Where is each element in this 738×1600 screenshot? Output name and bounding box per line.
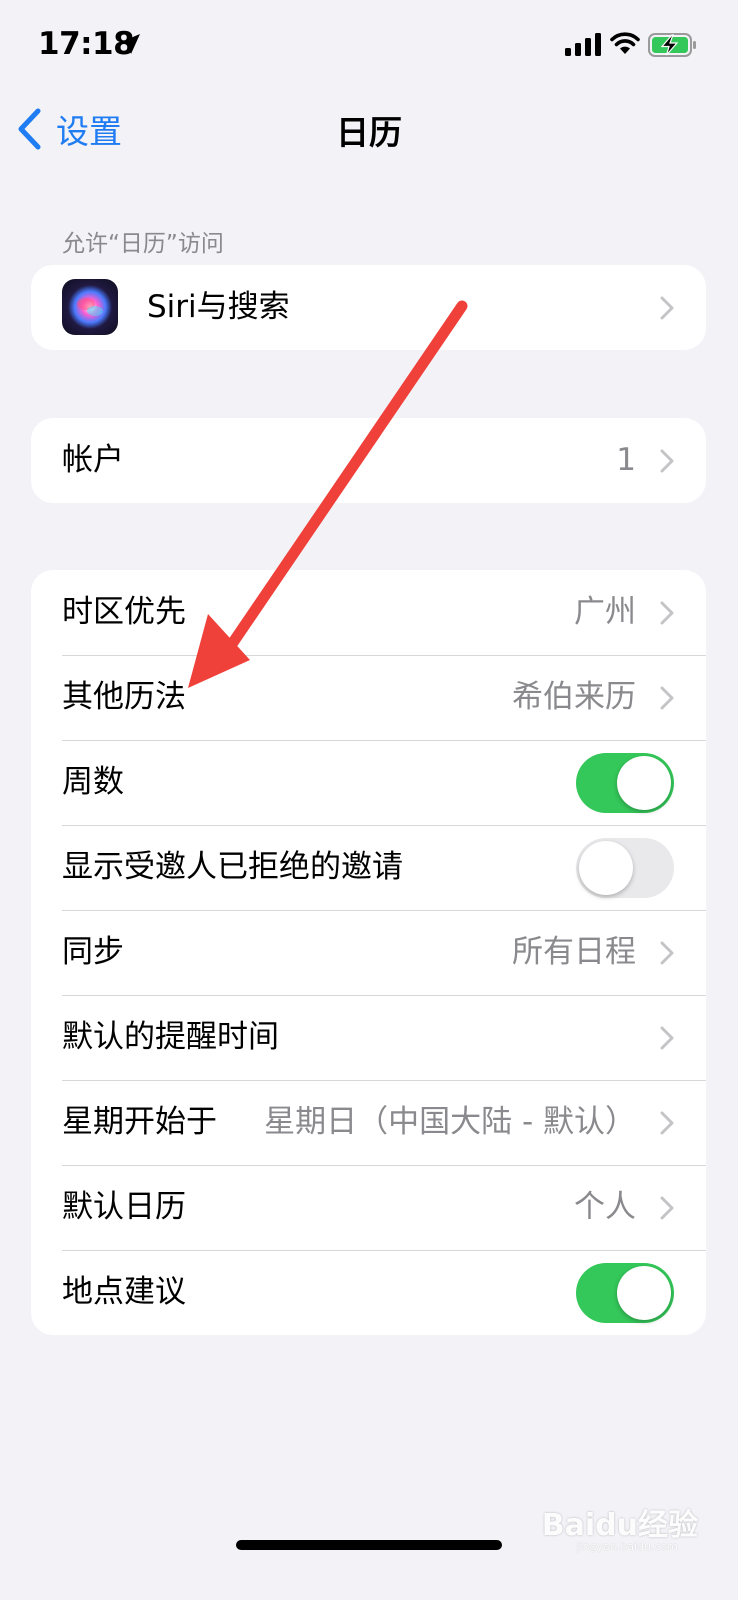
toggle-knob <box>617 756 671 810</box>
row-label: 其他历法 <box>62 679 186 715</box>
row-label: 周数 <box>62 764 124 800</box>
row-value: 个人 <box>574 1189 636 1225</box>
accounts-label: 帐户 <box>62 442 124 478</box>
toggle-knob <box>617 1266 671 1320</box>
time-zone-override-row[interactable]: 时区优先 广州 <box>31 570 706 655</box>
section-header-access: 允许“日历”访问 <box>62 231 224 257</box>
alternate-calendars-row[interactable]: 其他历法 希伯来历 <box>31 655 706 740</box>
chevron-right-icon <box>660 601 674 625</box>
show-declined-toggle[interactable] <box>576 838 674 898</box>
row-label: 默认的提醒时间 <box>62 1019 279 1055</box>
siri-group: Siri与搜索 <box>31 265 706 350</box>
baidu-watermark-url: jingyan.baidu.com <box>576 1540 678 1553</box>
row-label: 显示受邀人已拒绝的邀请 <box>62 849 403 885</box>
start-week-on-row[interactable]: 星期开始于 星期日（中国大陆 - 默认） <box>31 1080 706 1165</box>
chevron-right-icon <box>660 686 674 710</box>
location-arrow-icon <box>120 34 140 54</box>
chevron-right-icon <box>660 296 674 320</box>
chevron-right-icon <box>660 1026 674 1050</box>
chevron-right-icon <box>660 449 674 473</box>
toggle-knob <box>579 841 633 895</box>
baidu-watermark: Baidu经验 <box>541 1508 698 1543</box>
siri-search-label: Siri与搜索 <box>147 289 290 325</box>
row-value: 星期日（中国大陆 - 默认） <box>264 1104 636 1140</box>
siri-search-row[interactable]: Siri与搜索 <box>31 265 706 350</box>
row-label: 地点建议 <box>62 1274 186 1310</box>
row-value: 所有日程 <box>512 934 636 970</box>
location-suggestions-row: 地点建议 <box>31 1250 706 1335</box>
row-label: 时区优先 <box>62 594 186 630</box>
row-value: 希伯来历 <box>512 679 636 715</box>
row-label: 星期开始于 <box>62 1104 217 1140</box>
wifi-icon <box>610 32 640 54</box>
battery-charging-icon <box>648 33 696 57</box>
page-title: 日历 <box>336 113 402 152</box>
chevron-right-icon <box>660 941 674 965</box>
row-label: 同步 <box>62 934 124 970</box>
cellular-signal-icon <box>565 33 601 56</box>
accounts-row[interactable]: 帐户 1 <box>31 418 706 503</box>
row-value: 广州 <box>574 594 636 630</box>
siri-icon <box>62 279 118 335</box>
home-indicator[interactable] <box>236 1540 502 1550</box>
default-alert-times-row[interactable]: 默认的提醒时间 <box>31 995 706 1080</box>
show-declined-invitees-row: 显示受邀人已拒绝的邀请 <box>31 825 706 910</box>
chevron-right-icon <box>660 1196 674 1220</box>
settings-group: 时区优先 广州 其他历法 希伯来历 周数 显示受邀人已拒绝的邀请 同步 所有日程… <box>31 570 706 1335</box>
default-calendar-row[interactable]: 默认日历 个人 <box>31 1165 706 1250</box>
row-label: 默认日历 <box>62 1189 186 1225</box>
chevron-right-icon <box>660 1111 674 1135</box>
accounts-group: 帐户 1 <box>31 418 706 503</box>
accounts-count: 1 <box>616 442 636 478</box>
sync-row[interactable]: 同步 所有日程 <box>31 910 706 995</box>
week-numbers-toggle[interactable] <box>576 753 674 813</box>
location-suggestions-toggle[interactable] <box>576 1263 674 1323</box>
week-numbers-row: 周数 <box>31 740 706 825</box>
